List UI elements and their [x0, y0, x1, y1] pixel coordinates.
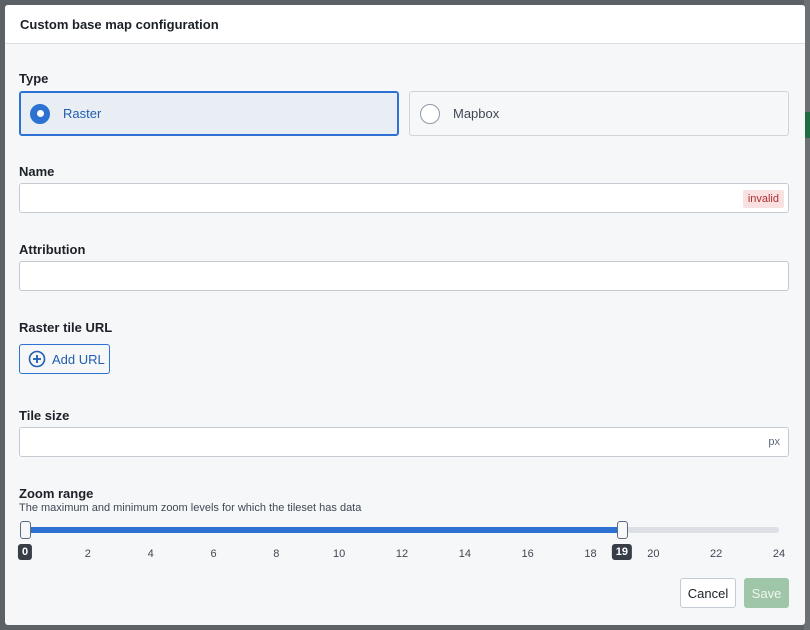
raster-url-label: Raster tile URL — [19, 320, 113, 335]
slider-tick-label: 24 — [772, 548, 786, 560]
slider-tick-label: 16 — [521, 548, 534, 560]
attribution-input[interactable] — [19, 261, 789, 291]
plus-circle-icon — [28, 350, 46, 368]
type-label: Type — [19, 71, 49, 86]
add-url-button[interactable]: Add URL — [19, 344, 110, 374]
tile-size-unit: px — [768, 436, 780, 448]
slider-handle-min[interactable] — [20, 521, 31, 539]
slider-tick-label: 22 — [710, 548, 723, 560]
name-label: Name — [19, 164, 55, 179]
slider-handle-max[interactable] — [616, 521, 628, 539]
slider-tick-label: 4 — [147, 548, 154, 560]
slider-tick-label: 6 — [210, 548, 217, 560]
type-option-mapbox-label: Mapbox — [453, 106, 500, 121]
save-button[interactable]: Save — [744, 578, 789, 608]
slider-tick-label: 10 — [333, 548, 346, 560]
type-option-mapbox[interactable]: Mapbox — [409, 91, 789, 136]
name-input[interactable] — [19, 183, 789, 213]
type-option-raster[interactable]: Raster — [19, 91, 399, 136]
invalid-tag: invalid — [742, 190, 784, 208]
slider-tick-label: 14 — [458, 548, 471, 560]
slider-tick-label: 8 — [273, 548, 280, 560]
radio-raster[interactable] — [30, 103, 50, 124]
add-url-label: Add URL — [52, 351, 105, 367]
tile-size-label: Tile size — [19, 408, 70, 423]
zoom-range-label: Zoom range — [19, 486, 94, 501]
slider-tick-label: 18 — [584, 548, 597, 560]
dialog-title: Custom base map configuration — [20, 16, 219, 32]
radio-dot — [36, 110, 44, 117]
slider-tick-label: 2 — [84, 548, 91, 560]
type-option-raster-label: Raster — [63, 106, 102, 121]
slider-track-fill — [25, 527, 622, 533]
tile-size-input[interactable] — [19, 427, 789, 457]
slider-value-badge: 19 — [611, 544, 633, 560]
zoom-range-slider[interactable]: 0 2 4 6 8 10 12 14 16 18 19 20 22 24 — [17, 521, 785, 568]
base-map-dialog: Custom base map configuration Type Raste… — [5, 5, 805, 625]
zoom-range-helper: The maximum and minimum zoom levels for … — [19, 502, 362, 514]
slider-value-badge: 0 — [17, 544, 33, 560]
dialog-header: Custom base map configuration — [5, 5, 805, 44]
cancel-button[interactable]: Cancel — [680, 578, 736, 608]
slider-tick-label: 12 — [395, 548, 409, 560]
attribution-label: Attribution — [19, 242, 86, 257]
radio-mapbox[interactable] — [420, 103, 440, 124]
slider-tick-label: 20 — [647, 548, 660, 560]
